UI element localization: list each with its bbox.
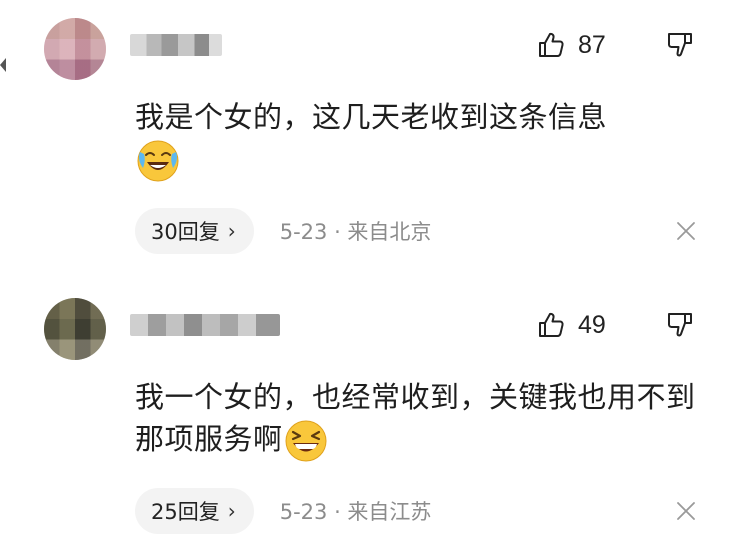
thumbs-down-icon[interactable] — [665, 310, 695, 340]
comment-text: 我是个女的，这几天老收到这条信息 — [135, 96, 705, 184]
like-count: 49 — [578, 310, 606, 339]
comment-item: 87 我是个女的，这几天老收到这条信息 30回复 › 5-23 · 来自北京 — [0, 0, 737, 270]
like-count: 87 — [578, 30, 606, 59]
reply-count-label: 30回复 — [151, 220, 220, 244]
comment-text: 我一个女的，也经常收到，关键我也用不到那项服务啊 — [135, 376, 705, 464]
comment-body: 我一个女的，也经常收到，关键我也用不到那项服务啊 — [135, 380, 696, 456]
thumbs-up-icon — [539, 312, 564, 337]
reply-count-label: 25回复 — [151, 500, 220, 524]
grinning-squint-emoji-icon — [285, 420, 327, 462]
comment-meta: 5-23 · 来自江苏 — [279, 500, 432, 524]
avatar[interactable] — [44, 18, 106, 80]
reply-row: 25回复 › 5-23 · 来自江苏 — [135, 486, 431, 536]
laughing-crying-emoji-icon — [137, 140, 179, 182]
chevron-right-icon: › — [227, 499, 236, 523]
reply-row: 30回复 › 5-23 · 来自北京 — [135, 206, 431, 256]
comment-meta: 5-23 · 来自北京 — [279, 220, 432, 244]
username-blurred[interactable] — [130, 314, 280, 336]
view-replies-button[interactable]: 30回复 › — [135, 208, 254, 254]
view-replies-button[interactable]: 25回复 › — [135, 488, 254, 534]
comments-page: 87 我是个女的，这几天老收到这条信息 30回复 › 5-23 · 来自北京 4… — [0, 0, 737, 536]
thumbs-up-icon — [539, 32, 564, 57]
thumbs-down-icon[interactable] — [665, 30, 695, 60]
close-icon[interactable] — [675, 500, 697, 522]
like-button[interactable]: 87 — [536, 28, 606, 62]
like-button[interactable]: 49 — [536, 308, 606, 342]
close-icon[interactable] — [675, 220, 697, 242]
username-blurred[interactable] — [130, 34, 222, 56]
avatar[interactable] — [44, 298, 106, 360]
comment-body: 我是个女的，这几天老收到这条信息 — [135, 100, 608, 134]
comment-item: 49 我一个女的，也经常收到，关键我也用不到那项服务啊 25回复 › 5-23 … — [0, 280, 737, 536]
chevron-right-icon: › — [227, 219, 236, 243]
